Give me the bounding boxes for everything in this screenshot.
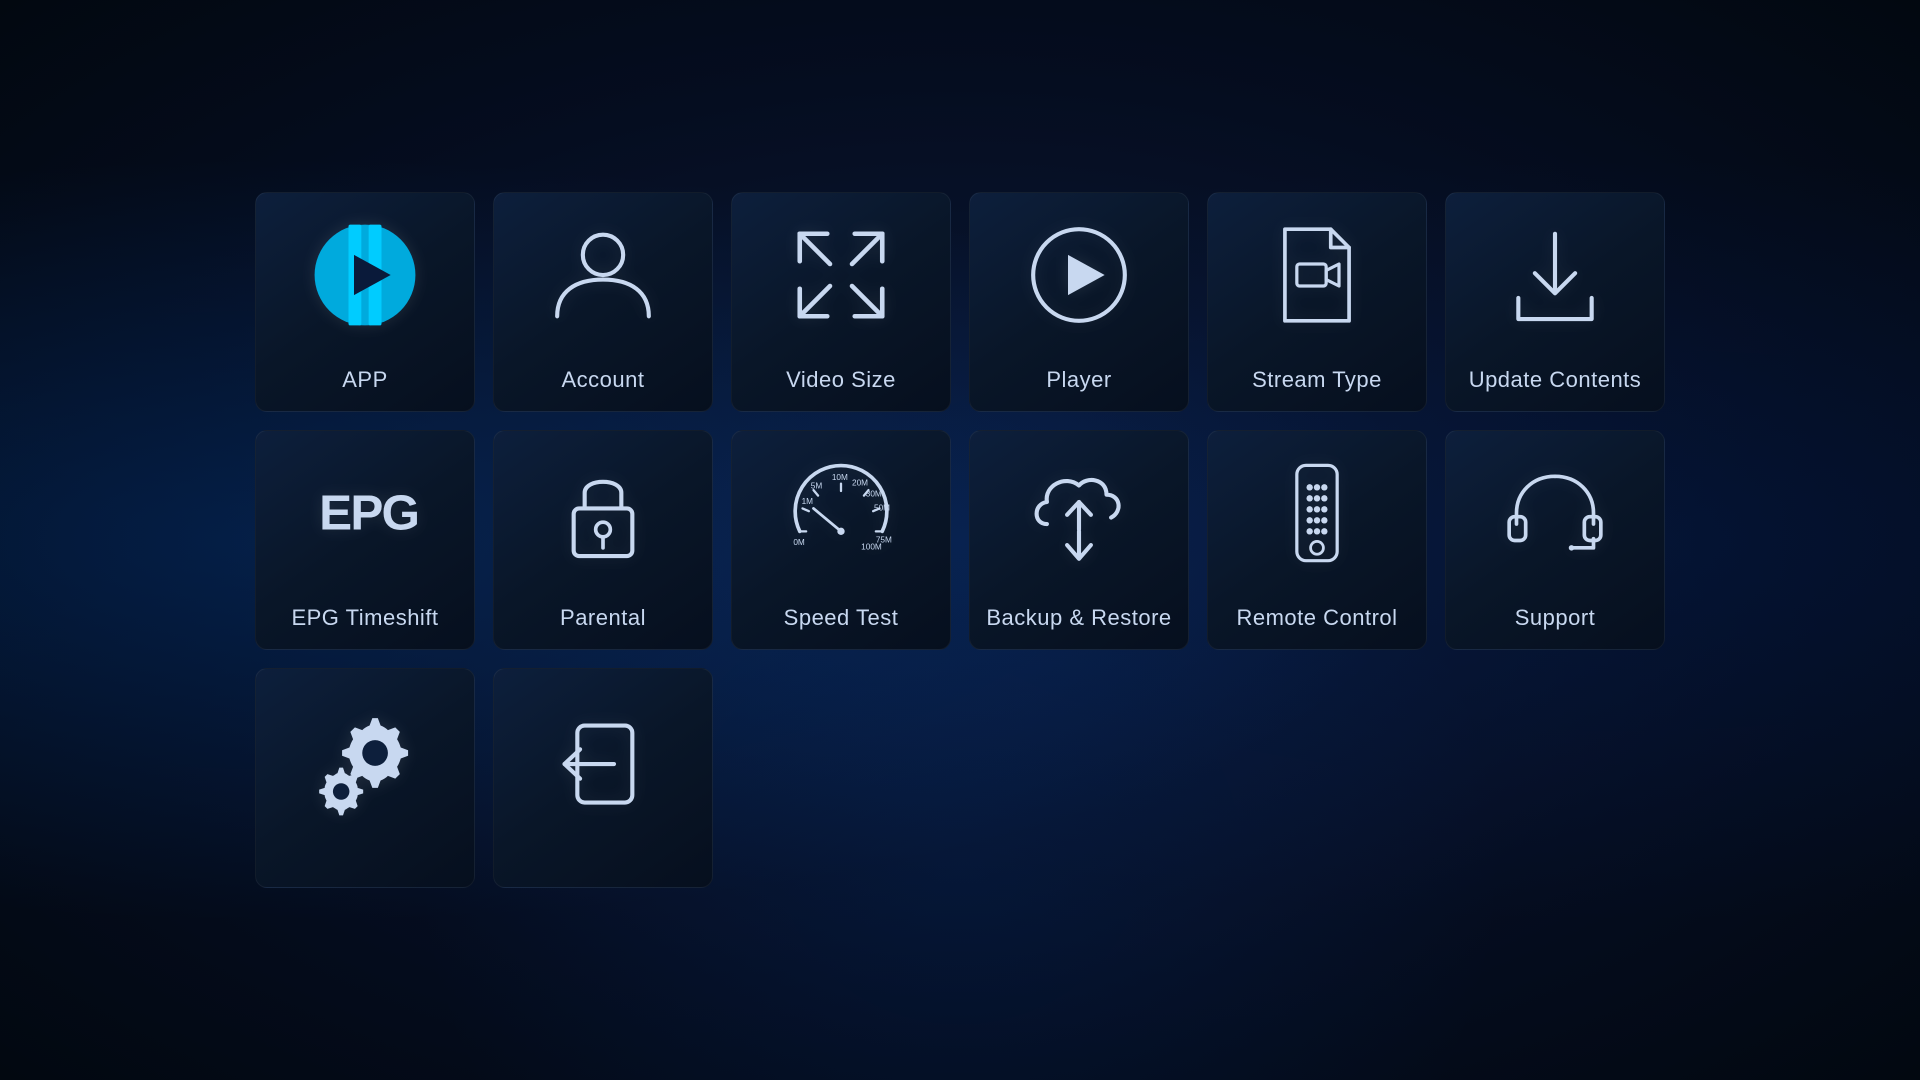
support-label: Support (1507, 595, 1604, 649)
tile-settings[interactable] (255, 668, 475, 888)
account-label: Account (554, 357, 653, 411)
update-contents-label: Update Contents (1461, 357, 1650, 411)
remote-control-label: Remote Control (1228, 595, 1405, 649)
speed-test-icon: 0M 1M 5M 10M 20M 30M 50M 75M 100M (732, 431, 950, 595)
tile-video-size[interactable]: Video Size (731, 192, 951, 412)
support-icon (1446, 431, 1664, 595)
settings-grid: APP Account (215, 152, 1705, 928)
svg-text:30M: 30M (866, 490, 882, 499)
account-icon (494, 193, 712, 357)
backup-restore-icon (970, 431, 1188, 595)
player-icon (970, 193, 1188, 357)
tile-parental[interactable]: Parental (493, 430, 713, 650)
stream-type-icon (1208, 193, 1426, 357)
parental-label: Parental (552, 595, 654, 649)
svg-text:50M: 50M (874, 503, 890, 512)
video-size-label: Video Size (778, 357, 904, 411)
tile-remote-control[interactable]: Remote Control (1207, 430, 1427, 650)
tile-account[interactable]: Account (493, 192, 713, 412)
svg-text:100M: 100M (861, 543, 882, 552)
svg-text:5M: 5M (811, 481, 823, 490)
video-size-icon (732, 193, 950, 357)
remote-control-icon (1208, 431, 1426, 595)
exit-label (595, 859, 611, 887)
svg-text:10M: 10M (832, 473, 848, 482)
tile-exit[interactable] (493, 668, 713, 888)
parental-icon (494, 431, 712, 595)
tile-app[interactable]: APP (255, 192, 475, 412)
svg-text:EPG: EPG (319, 486, 418, 541)
svg-text:1M: 1M (802, 497, 814, 506)
tile-epg-timeshift[interactable]: EPG EPG Timeshift (255, 430, 475, 650)
app-label: APP (334, 357, 396, 411)
tile-update-contents[interactable]: Update Contents (1445, 192, 1665, 412)
update-contents-icon (1446, 193, 1664, 357)
svg-text:20M: 20M (852, 479, 868, 488)
settings-label (357, 859, 373, 887)
speed-test-label: Speed Test (776, 595, 907, 649)
tile-player[interactable]: Player (969, 192, 1189, 412)
app-icon (256, 193, 474, 357)
backup-restore-label: Backup & Restore (978, 595, 1179, 649)
tile-support[interactable]: Support (1445, 430, 1665, 650)
svg-text:0M: 0M (793, 538, 805, 547)
epg-timeshift-label: EPG Timeshift (283, 595, 446, 649)
settings-icon (256, 669, 474, 859)
tile-speed-test[interactable]: 0M 1M 5M 10M 20M 30M 50M 75M 100M Speed … (731, 430, 951, 650)
tile-backup-restore[interactable]: Backup & Restore (969, 430, 1189, 650)
player-label: Player (1038, 357, 1119, 411)
exit-icon (494, 669, 712, 859)
stream-type-label: Stream Type (1244, 357, 1390, 411)
epg-icon: EPG (256, 431, 474, 595)
tile-stream-type[interactable]: Stream Type (1207, 192, 1427, 412)
